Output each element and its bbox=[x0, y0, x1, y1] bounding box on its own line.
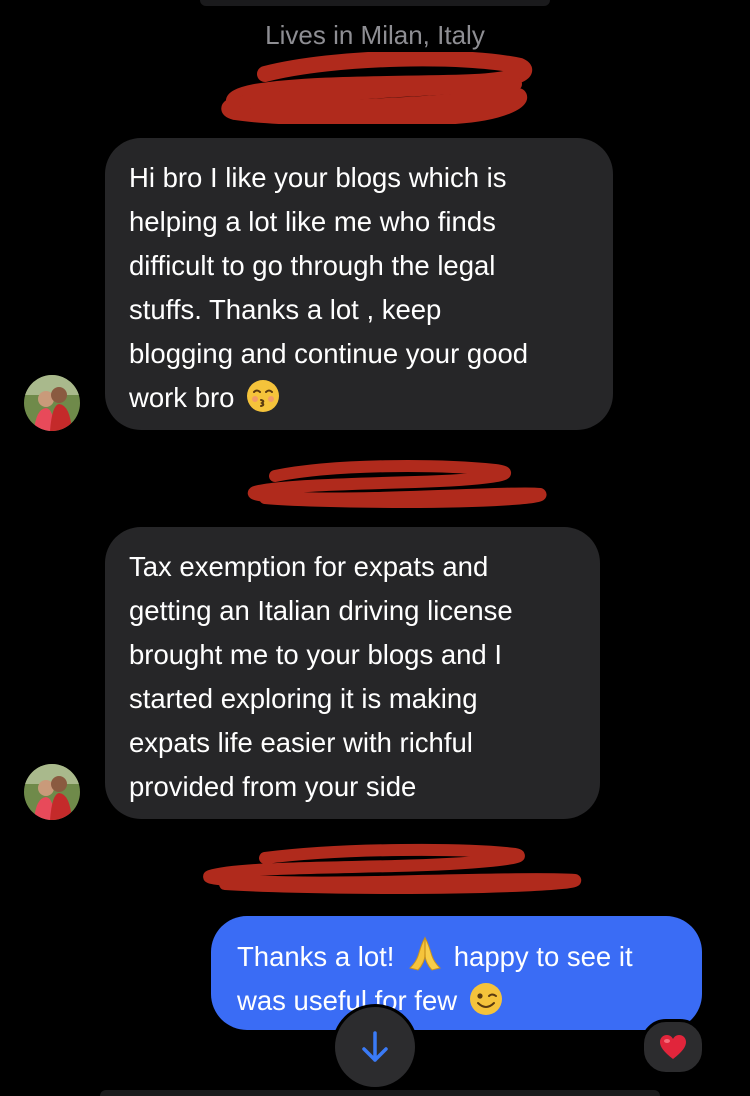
message-text-line: Tax exemption for expats and bbox=[129, 551, 489, 582]
redaction-mark bbox=[247, 460, 547, 508]
scroll-to-bottom-button[interactable] bbox=[335, 1007, 415, 1087]
contact-avatar[interactable] bbox=[24, 375, 80, 431]
winking-face-emoji-icon bbox=[469, 983, 502, 1015]
message-reaction[interactable] bbox=[641, 1019, 705, 1075]
message-text-line: started exploring it is making bbox=[129, 683, 478, 714]
message-text-line: blogging and continue your good bbox=[129, 338, 529, 369]
message-text-line: happy to see it bbox=[453, 941, 633, 972]
avatar-photo-icon bbox=[24, 375, 80, 431]
message-text-line: stuffs. Thanks a lot , keep bbox=[129, 294, 442, 325]
redaction-mark bbox=[221, 52, 533, 124]
message-text-line: Hi bro I like your blogs which is bbox=[129, 162, 507, 193]
message-bubble-incoming[interactable]: Hi bro I like your blogs which is helpin… bbox=[105, 138, 613, 430]
message-text-line: provided from your side bbox=[129, 771, 417, 802]
message-bubble-incoming[interactable]: Tax exemption for expats and getting an … bbox=[105, 527, 600, 819]
message-text-line: helping a lot like me who finds bbox=[129, 206, 496, 237]
message-text-line: Thanks a lot! bbox=[237, 941, 395, 972]
message-text-line: difficult to go through the legal bbox=[129, 250, 496, 281]
message-last-line: work bro bbox=[129, 376, 589, 420]
message-text-line: work bro bbox=[129, 382, 235, 413]
message-first-line: Thanks a lot! happy to see it bbox=[237, 934, 676, 979]
profile-location: Lives in Milan, Italy bbox=[265, 20, 485, 50]
message-text-line: was useful for few bbox=[237, 985, 458, 1016]
message-second-line: was useful for few bbox=[237, 979, 676, 1023]
next-element-edge bbox=[100, 1090, 660, 1096]
avatar-photo-icon bbox=[24, 764, 80, 820]
arrow-down-icon bbox=[362, 1031, 388, 1062]
message-text-line: expats life easier with richful bbox=[129, 727, 473, 758]
folded-hands-emoji-icon bbox=[409, 936, 442, 971]
message-text-line: brought me to your blogs and I bbox=[129, 639, 503, 670]
contact-avatar[interactable] bbox=[24, 764, 80, 820]
redaction-mark bbox=[203, 843, 582, 894]
previous-element-edge bbox=[200, 0, 550, 6]
heart-icon bbox=[660, 1035, 686, 1059]
message-bubble-outgoing[interactable]: Thanks a lot! happy to see it was useful… bbox=[211, 916, 702, 1030]
kissing-face-emoji-icon bbox=[247, 380, 280, 412]
message-text-line: getting an Italian driving license bbox=[129, 595, 513, 626]
